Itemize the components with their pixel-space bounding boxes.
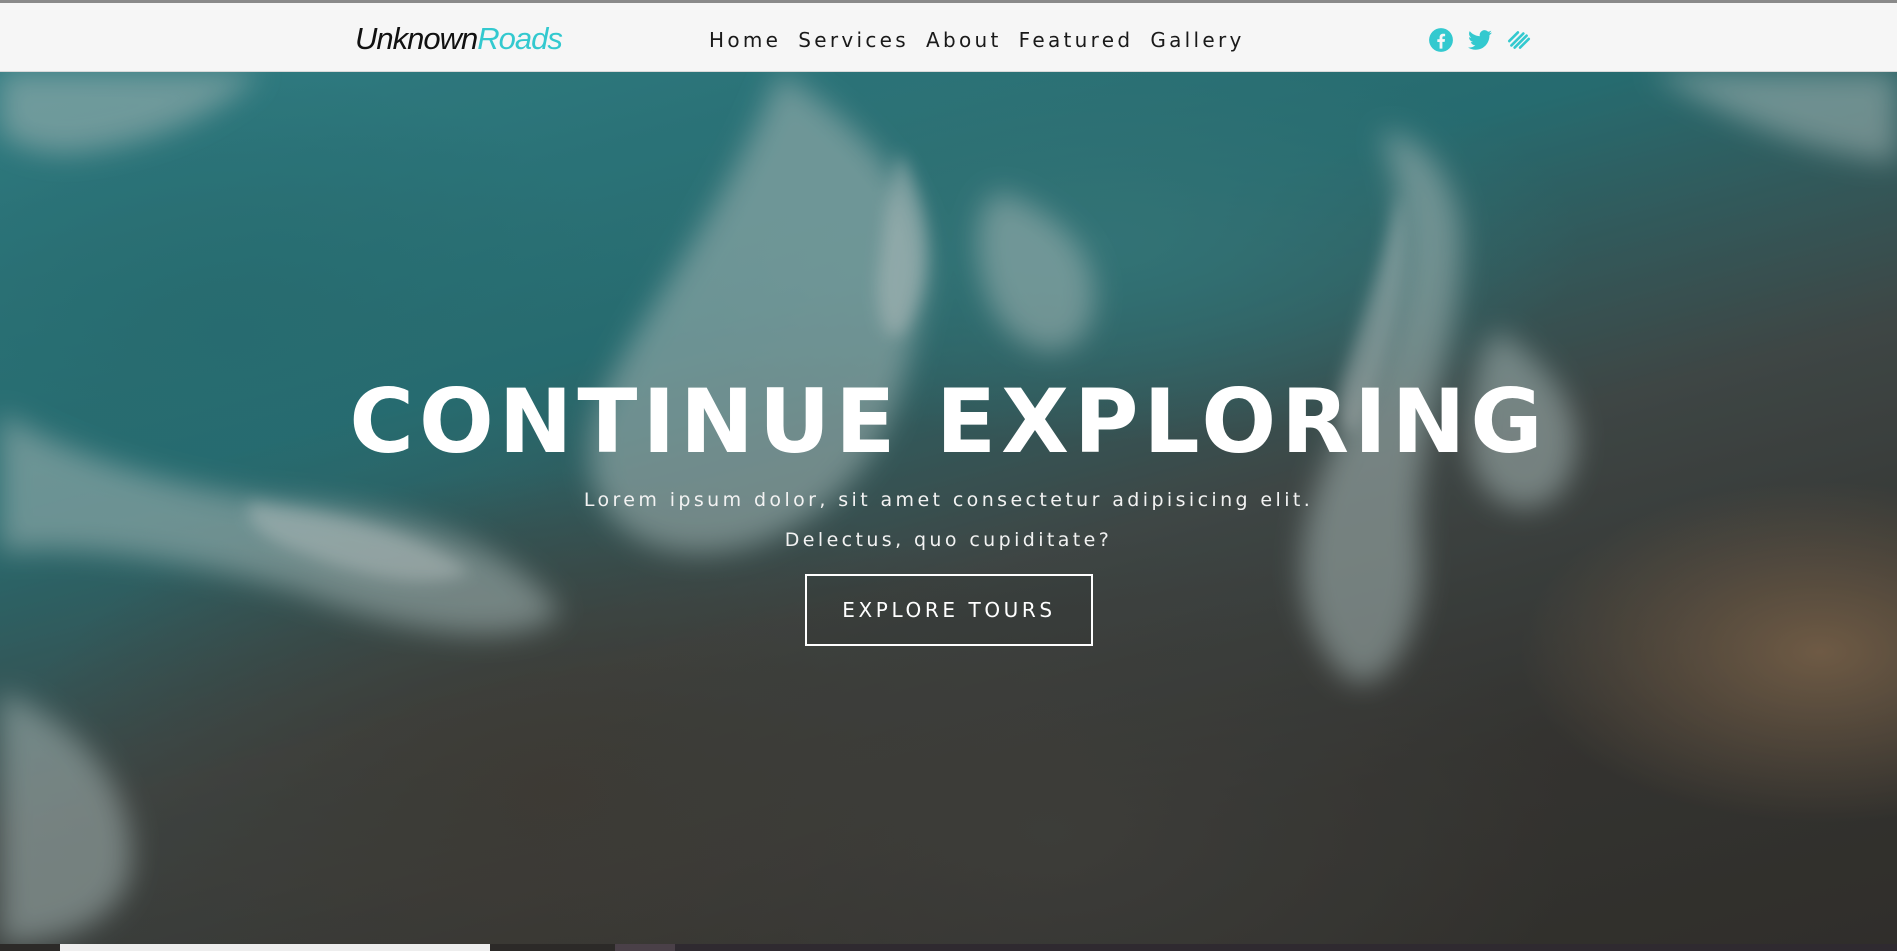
hero-subtitle-line1: Lorem ipsum dolor, sit amet consectetur … [583, 489, 1314, 511]
stripes-icon[interactable] [1506, 27, 1532, 53]
next-section-peek [0, 944, 1897, 951]
explore-tours-button[interactable]: EXPLORE TOURS [805, 574, 1093, 646]
twitter-icon[interactable] [1467, 27, 1493, 53]
brand-name-part2: Roads [477, 21, 563, 56]
nav-link-about[interactable]: About [926, 27, 1002, 53]
nav-link-gallery[interactable]: Gallery [1150, 27, 1244, 53]
main-nav: Home Services About Featured Gallery [709, 27, 1262, 53]
nav-link-featured[interactable]: Featured [1019, 27, 1134, 53]
facebook-icon[interactable] [1428, 27, 1454, 53]
nav-link-home[interactable]: Home [709, 27, 781, 53]
hero-title: CONTINUE EXPLORING [349, 369, 1548, 473]
navbar: UnknownRoads Home Services About Feature… [0, 3, 1897, 72]
nav-link-services[interactable]: Services [798, 27, 909, 53]
social-links [1428, 27, 1532, 53]
hero-subtitle-line2: Delectus, quo cupiditate? [784, 529, 1113, 551]
brand-logo[interactable]: UnknownRoads [355, 21, 563, 57]
brand-name-part1: Unknown [355, 21, 478, 56]
